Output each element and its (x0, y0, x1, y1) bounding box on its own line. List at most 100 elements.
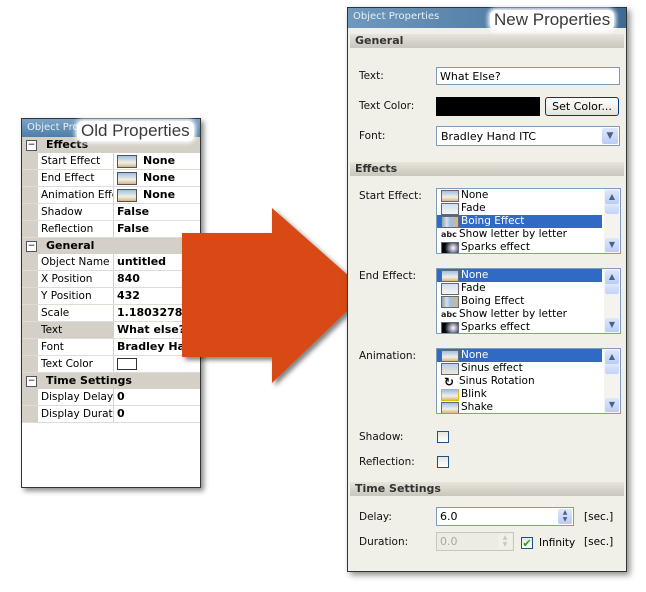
property-row[interactable]: End Effect None (22, 170, 200, 187)
scrollbar[interactable]: ▲ ▼ (604, 269, 620, 333)
collapse-icon[interactable]: − (26, 240, 37, 252)
property-row[interactable]: X Position 840 (22, 271, 200, 288)
list-item[interactable]: Shake (437, 401, 602, 413)
spinner-arrows-icon[interactable]: ▲ ▼ (558, 509, 572, 524)
scroll-thumb[interactable] (605, 204, 619, 214)
list-item-label: Sparks effect (461, 321, 531, 333)
row-gutter (22, 271, 38, 287)
category-label: Time Settings (46, 374, 132, 387)
scrollbar[interactable]: ▲ ▼ (604, 189, 620, 253)
old-properties-label: Old Properties (77, 121, 194, 141)
scroll-up-icon[interactable]: ▲ (605, 190, 619, 204)
text-label: Text: (359, 70, 384, 82)
set-color-button[interactable]: Set Color... (545, 97, 619, 116)
property-row[interactable]: Y Position 432 (22, 288, 200, 305)
list-item[interactable]: None (437, 269, 602, 282)
list-item[interactable]: abc Show letter by letter (437, 228, 602, 241)
list-item[interactable]: Boing Effect (437, 295, 602, 308)
property-value: None (143, 188, 176, 201)
list-item[interactable]: Blink (437, 388, 602, 401)
none-icon (441, 349, 459, 362)
scroll-down-icon[interactable]: ▼ (605, 398, 619, 412)
list-item[interactable]: Fade (437, 282, 602, 295)
property-row[interactable]: Font Bradley Han (22, 339, 200, 356)
list-item-label: None (461, 349, 489, 361)
infinity-checkbox[interactable]: ✔ (521, 537, 533, 550)
list-item[interactable]: Sparks effect (437, 321, 602, 333)
reflection-label: Reflection: (359, 456, 415, 468)
property-row[interactable]: Object Name untitled (22, 254, 200, 271)
list-item[interactable]: Sparks effect (437, 241, 602, 253)
row-gutter (22, 339, 38, 355)
none-icon (441, 269, 459, 282)
scroll-thumb[interactable] (605, 284, 619, 294)
property-row[interactable]: Reflection False (22, 221, 200, 238)
list-item-label: None (461, 269, 489, 281)
scrollbar[interactable]: ▲ ▼ (604, 349, 620, 413)
property-row[interactable]: Text Color (22, 356, 200, 373)
duration-spinner[interactable]: 0.0 ▲ ▼ (436, 532, 514, 551)
animation-list[interactable]: None Sinus effect ↻ Sinus Rotation Blink Shak… (436, 348, 621, 414)
row-gutter (22, 254, 38, 270)
list-item-label: Shake (461, 401, 493, 413)
property-row[interactable]: Start Effect None (22, 153, 200, 170)
scroll-down-icon[interactable]: ▼ (605, 238, 619, 252)
property-value: None (143, 154, 176, 167)
delay-spinner[interactable]: 6.0 ▲ ▼ (436, 507, 574, 526)
list-item[interactable]: Sinus effect (437, 362, 602, 375)
new-properties-label: New Properties (490, 10, 615, 30)
property-value-cell[interactable]: None (114, 170, 200, 186)
row-gutter (22, 153, 38, 169)
property-row[interactable]: Display Delay 0 (22, 389, 200, 406)
property-value-cell[interactable]: 0 (114, 389, 200, 405)
property-value-cell[interactable]: 0 (114, 406, 200, 422)
row-gutter (22, 288, 38, 304)
property-key: End Effect (38, 170, 114, 186)
category-general[interactable]: − General (22, 238, 200, 254)
list-item[interactable]: None (437, 349, 602, 362)
property-row[interactable]: Shadow False (22, 204, 200, 221)
list-item[interactable]: Fade (437, 202, 602, 215)
end-effect-list[interactable]: None Fade Boing Effect abc Show letter by le… (436, 268, 621, 334)
font-select[interactable]: Bradley Hand ITC ▼ (436, 126, 620, 146)
text-input[interactable]: What Else? (436, 67, 620, 85)
property-row[interactable]: Display Durati 0 (22, 406, 200, 423)
scroll-up-icon[interactable]: ▲ (605, 350, 619, 364)
property-value-cell[interactable]: None (114, 153, 200, 169)
start-effect-list[interactable]: None Fade Boing Effect abc Show letter by le… (436, 188, 621, 254)
property-row[interactable]: Text What else? (22, 322, 200, 339)
property-value: 432 (117, 289, 140, 302)
scroll-down-icon[interactable]: ▼ (605, 318, 619, 332)
fade-icon (441, 282, 459, 295)
row-gutter (22, 187, 38, 203)
duration-label: Duration: (359, 536, 409, 548)
category-label: General (46, 239, 95, 252)
show-letter-by-letter-icon: abc (441, 229, 457, 239)
property-row[interactable]: Scale 1.18032789 (22, 305, 200, 322)
collapse-icon[interactable]: − (26, 139, 37, 151)
chevron-down-icon[interactable]: ▼ (602, 128, 618, 144)
animation-label: Animation: (359, 350, 417, 362)
row-gutter (22, 389, 38, 405)
shadow-checkbox[interactable] (437, 431, 449, 443)
property-key: X Position (38, 271, 114, 287)
old-property-grid: − Effects Start Effect None End Effect None An… (22, 137, 200, 423)
property-key: Object Name (38, 254, 114, 270)
row-gutter (22, 356, 38, 372)
property-value: None (143, 171, 176, 184)
boing-effect-icon (441, 295, 459, 308)
property-row[interactable]: Animation Effe None (22, 187, 200, 204)
scroll-up-icon[interactable]: ▲ (605, 270, 619, 284)
list-item[interactable]: None (437, 189, 602, 202)
section-time-settings: Time Settings (350, 482, 624, 496)
collapse-icon[interactable]: − (26, 375, 37, 387)
list-item[interactable]: Boing Effect (437, 215, 602, 228)
list-item[interactable]: ↻ Sinus Rotation (437, 375, 602, 388)
category-time-settings[interactable]: − Time Settings (22, 373, 200, 389)
scroll-thumb[interactable] (605, 364, 619, 374)
reflection-checkbox[interactable] (437, 456, 449, 468)
blink-icon (441, 388, 459, 401)
effect-thumbnail-icon (117, 188, 137, 202)
list-item-label: Sparks effect (461, 241, 531, 253)
list-item[interactable]: abc Show letter by letter (437, 308, 602, 321)
